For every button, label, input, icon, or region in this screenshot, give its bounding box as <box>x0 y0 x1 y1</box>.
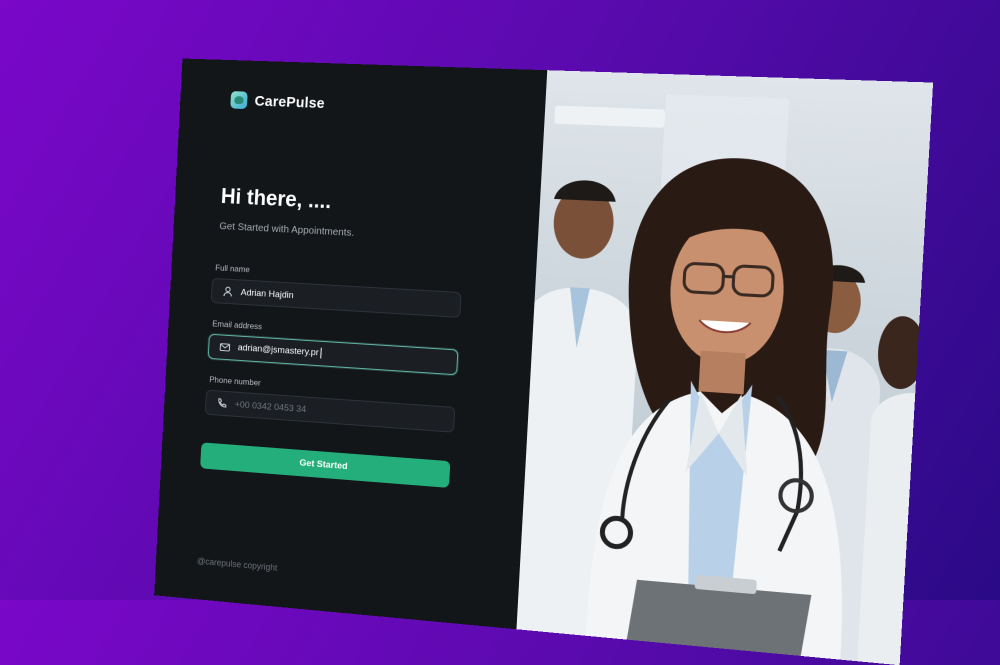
hero-photo <box>516 70 934 665</box>
brand-name: CarePulse <box>254 92 326 112</box>
page-subtitle: Get Started with Appointments. <box>219 220 355 239</box>
get-started-button[interactable]: Get Started <box>200 442 451 488</box>
carepulse-logo-icon <box>230 91 248 110</box>
email-field[interactable]: adrian@jsmastery.pr <box>207 333 459 376</box>
email-value: adrian@jsmastery.pr <box>237 343 322 359</box>
phone-placeholder: +00 0342 0453 34 <box>234 398 307 415</box>
phone-label: Phone number <box>209 374 261 388</box>
doctors-photo <box>516 94 928 665</box>
full-name-field[interactable]: Adrian Hajdin <box>210 277 462 318</box>
phone-field[interactable]: +00 0342 0453 34 <box>204 389 456 433</box>
user-icon <box>222 285 234 297</box>
brand-logo[interactable]: CarePulse <box>230 91 325 112</box>
login-panel: CarePulse Hi there, .... Get Started wit… <box>154 58 548 630</box>
email-label: Email address <box>212 318 263 332</box>
full-name-value: Adrian Hajdin <box>240 286 294 301</box>
page-title: Hi there, .... <box>220 183 332 214</box>
text-caret <box>320 348 322 359</box>
phone-icon <box>216 397 228 409</box>
full-name-label: Full name <box>215 262 250 275</box>
app-window: CarePulse Hi there, .... Get Started wit… <box>154 58 934 665</box>
copyright-text: @carepulse copyright <box>196 555 278 573</box>
mail-icon <box>219 341 231 353</box>
